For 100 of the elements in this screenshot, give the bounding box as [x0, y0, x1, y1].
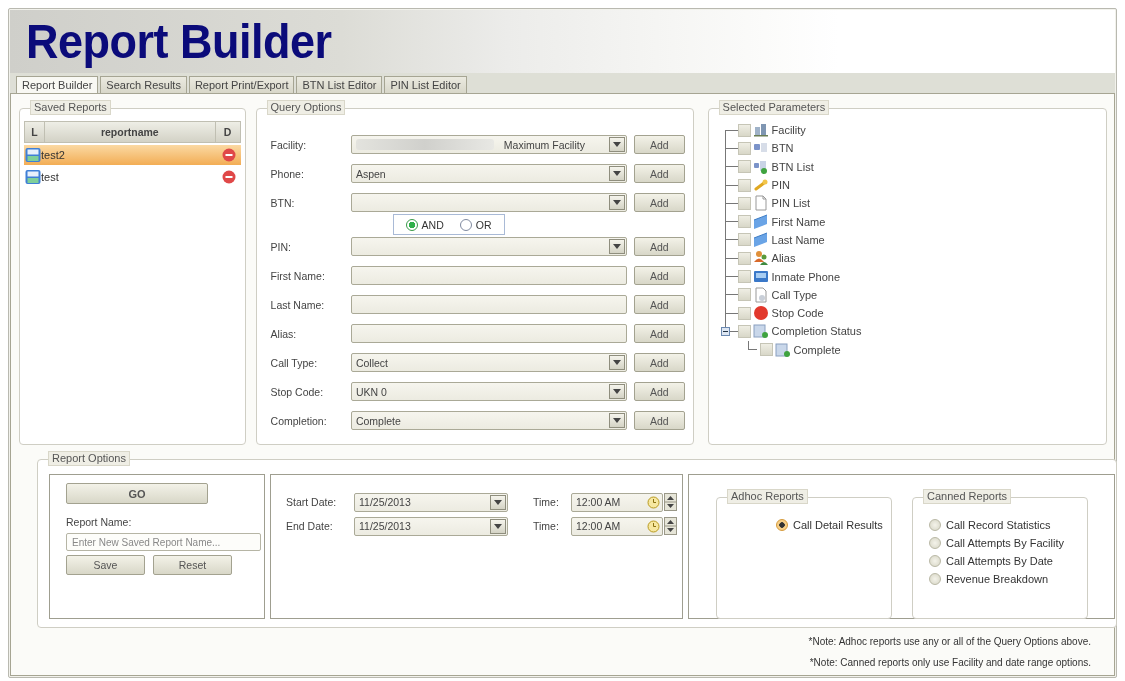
time-field[interactable]: 12:00 AM: [571, 492, 663, 512]
add-button[interactable]: Add: [633, 135, 685, 154]
add-button[interactable]: Add: [633, 353, 685, 372]
radio-button[interactable]: [929, 536, 941, 549]
radio-button[interactable]: [929, 572, 941, 585]
tab[interactable]: PIN List Editor: [384, 76, 467, 93]
tree-item[interactable]: PIN: [771, 179, 790, 192]
checkbox[interactable]: [737, 306, 751, 320]
checkbox[interactable]: [737, 324, 751, 338]
field-label: Start Date:: [286, 496, 338, 508]
tab[interactable]: BTN List Editor: [296, 76, 383, 93]
dropdown[interactable]: Complete: [350, 411, 627, 430]
radio-label[interactable]: Call Detail Results: [793, 518, 883, 531]
delete-icon[interactable]: [221, 148, 236, 162]
radio-label[interactable]: Call Record Statistics: [946, 518, 1051, 531]
add-button[interactable]: Add: [633, 193, 685, 212]
table-row[interactable]: test2: [24, 145, 241, 165]
tree-item[interactable]: PIN List: [771, 197, 811, 210]
people-icon: [752, 250, 769, 267]
list-icon: [774, 341, 791, 358]
tree-item[interactable]: Complete: [793, 343, 841, 356]
radio-label[interactable]: AND: [421, 218, 444, 231]
radio-label[interactable]: Revenue Breakdown: [946, 572, 1049, 585]
add-button[interactable]: Add: [633, 295, 685, 314]
checkbox[interactable]: [737, 270, 751, 283]
save-button[interactable]: Save: [66, 555, 145, 575]
checkbox[interactable]: [737, 215, 751, 229]
collapse-icon[interactable]: [720, 326, 730, 336]
checkbox[interactable]: [759, 343, 773, 357]
clock-icon[interactable]: [647, 519, 660, 533]
column-header[interactable]: reportname: [45, 122, 216, 142]
note-text: *Note: Adhoc reports use any or all of the Query Options above.: [808, 636, 1091, 647]
radio-label[interactable]: OR: [475, 218, 492, 231]
dropdown[interactable]: Maximum Facility: [350, 135, 627, 154]
tab[interactable]: Report Print/Export: [188, 76, 295, 93]
text-field[interactable]: [350, 295, 627, 314]
spin-button[interactable]: [664, 517, 677, 535]
column-header[interactable]: D: [215, 122, 240, 142]
radio-label[interactable]: Call Attempts By Date: [946, 554, 1053, 567]
checkbox[interactable]: [737, 141, 751, 155]
card-icon: [752, 213, 769, 230]
text-field[interactable]: [350, 324, 627, 343]
field-label: End Date:: [286, 520, 334, 532]
group-title: Query Options: [266, 100, 346, 115]
radio-button[interactable]: [776, 518, 788, 531]
radio-label[interactable]: Call Attempts By Facility: [946, 536, 1064, 549]
table-row[interactable]: test: [24, 167, 241, 187]
tree-item[interactable]: BTN: [771, 142, 794, 155]
stop-icon: [752, 305, 769, 322]
phone-icon: [752, 268, 769, 285]
date-picker[interactable]: 11/25/2013: [354, 492, 508, 512]
tree-item[interactable]: Inmate Phone: [771, 270, 841, 283]
checkbox[interactable]: [737, 251, 751, 265]
add-button[interactable]: Add: [633, 382, 685, 401]
tree-item[interactable]: First Name: [771, 215, 826, 228]
add-button[interactable]: Add: [633, 266, 685, 285]
go-button[interactable]: GO: [66, 483, 208, 504]
checkbox[interactable]: [737, 233, 751, 247]
field-label: Phone:: [270, 167, 305, 180]
date-picker[interactable]: 11/25/2013: [354, 516, 508, 536]
add-button[interactable]: Add: [633, 324, 685, 343]
dropdown[interactable]: Aspen: [350, 164, 627, 183]
card-icon: [752, 231, 769, 248]
radio-button[interactable]: [405, 218, 418, 231]
checkbox[interactable]: [737, 196, 751, 210]
checkbox[interactable]: [737, 160, 751, 174]
column-header[interactable]: L: [25, 122, 45, 142]
tree-item[interactable]: Alias: [771, 252, 796, 265]
text-field[interactable]: [350, 266, 627, 285]
radio-button[interactable]: [459, 218, 472, 231]
field-label: Alias:: [270, 327, 298, 340]
tab[interactable]: Search Results: [100, 76, 187, 93]
tree-item[interactable]: Completion Status: [771, 325, 862, 338]
delete-icon[interactable]: [221, 170, 236, 184]
clock-icon[interactable]: [647, 495, 660, 509]
tree-item[interactable]: BTN List: [771, 160, 814, 173]
tree-item[interactable]: Call Type: [771, 288, 818, 301]
time-field[interactable]: 12:00 AM: [571, 516, 663, 536]
report-name-field[interactable]: Enter New Saved Report Name...: [66, 533, 261, 551]
add-button[interactable]: Add: [633, 164, 685, 183]
checkbox[interactable]: [737, 123, 751, 137]
checkbox[interactable]: [737, 288, 751, 302]
tree-item[interactable]: Stop Code: [771, 307, 824, 320]
radio-button[interactable]: [929, 554, 941, 567]
spin-button[interactable]: [664, 493, 677, 511]
field-label: Time:: [533, 496, 560, 508]
tab[interactable]: Report Builder: [16, 76, 99, 94]
tree-item[interactable]: Last Name: [771, 233, 825, 246]
radio-button[interactable]: [929, 518, 941, 531]
add-button[interactable]: Add: [633, 237, 685, 256]
add-button[interactable]: Add: [633, 411, 685, 430]
dropdown[interactable]: Collect: [350, 353, 627, 372]
reset-button[interactable]: Reset: [153, 555, 232, 575]
checkbox[interactable]: [737, 178, 751, 192]
app-title: Report Builder: [26, 14, 332, 69]
tree-item[interactable]: Facility: [771, 124, 806, 137]
field-label: Facility:: [270, 138, 308, 151]
field-label: Call Type:: [270, 356, 319, 369]
dropdown[interactable]: UKN 0: [350, 382, 627, 401]
field-label: First Name:: [270, 269, 326, 282]
